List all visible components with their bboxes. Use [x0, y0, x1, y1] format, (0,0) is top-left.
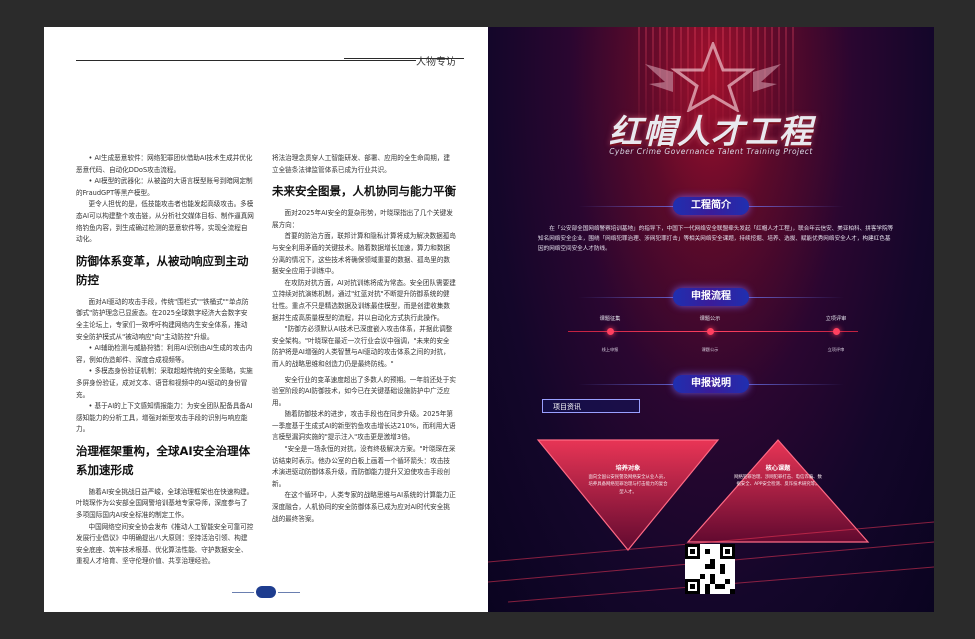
subheading: 治理框架重构，全球AI安全治理体系加速形成 [76, 443, 251, 477]
star-wings-emblem-icon [645, 42, 781, 112]
flow-step-2-dot [707, 328, 714, 335]
flow-step-2-label: 课题公示 [699, 316, 721, 322]
triangle-right-panel [686, 439, 870, 543]
flow-step-1-label: 课题征集 [599, 316, 621, 322]
flow-step-1-caption: 线上申报 [601, 347, 619, 352]
folio-rule-right [278, 592, 300, 593]
paragraph: 将法治理念贯穿人工智能研发、部署、应用的全生命周期，建立全链条法律监管体系已成为… [272, 154, 451, 174]
paragraph: 随着防御技术的进步，攻击手段也在同步升级。2025年第一季度基于生成式AI的新型… [272, 410, 456, 442]
paragraph: 安全行业的变革速度超出了多数人的预期。一年前还处于实验室阶段的AI防御技术，如今… [272, 375, 456, 407]
paragraph: 首要的防治方面，联邦计算和隐私计算将成为解决数据孤岛与安全利用矛盾的关键技术。随… [272, 232, 456, 276]
triangle-left-heading: 培养对象 [615, 465, 641, 472]
bullet-ai-weaponization: • AI模型的武器化：从被盗的大语言模型账号到暗网定制的FraudGPT等黑产模… [76, 177, 253, 197]
intro-paragraph: 在「公安部全国网络警察培训基地」的指导下，中国下一代网络安全联盟牵头发起「红帽人… [538, 226, 894, 252]
section-label-intro: 工程简介 [673, 197, 749, 215]
folio-rule-left [232, 592, 254, 593]
flow-step-3-label: 立项评审 [825, 316, 847, 322]
flow-step-3-caption: 立项评审 [827, 347, 845, 352]
flow-step-3-dot [833, 328, 840, 335]
article-column-2: 将法治理念贯穿人工智能研发、部署、应用的全生命周期，建立全链条法律监管体系已成为… [272, 153, 456, 525]
article-column-1: • AI生成恶意软件：网络犯罪团伙借助AI技术生成并优化恶意代码、自动化DDoS… [76, 153, 254, 568]
triangle-left-text: 面向全国公安民警及网络安全从业人员，培养具备网络犯罪治理与打击能力的复合型人才。 [588, 475, 668, 495]
magazine-spread: 人物专访 • AI生成恶意软件：网络犯罪团伙借助AI技术生成并优化恶意代码、自动… [44, 27, 934, 612]
qr-code-icon[interactable] [685, 544, 735, 594]
bullet-ai-malware: • AI生成恶意软件：网络犯罪团伙借助AI技术生成并优化恶意代码、自动化DDoS… [76, 154, 253, 174]
triangle-right-text: 网络犯罪治理、涉网犯罪打击、电信诈骗、数据安全、APP安全检测、反诈技术研究等。 [734, 475, 822, 488]
paragraph: 面对2025年AI安全的复杂形势，叶晓琛指出了几个关键发展方向： [272, 209, 453, 229]
right-page-poster: 红帽人才工程 Cyber Crime Governance Talent Tra… [488, 27, 934, 612]
paragraph: 随着AI安全挑战日益严峻，全球治理框架也在快速构建。叶晓琛作为公安部全国网警培训… [76, 487, 254, 520]
paragraph: 更令人担忧的是，低技能攻击者也能发起高级攻击。多模态AI可以构建整个攻击链，从分… [76, 200, 254, 244]
paragraph: 在这个循环中，人类专家的战略思维与AI系统的计算能力正深度融合，人机协同的安全防… [272, 491, 456, 523]
bullet-ai-detection: • AI辅助检测与威胁狩猎：利用AI识别由AI生成的攻击内容，例如伪造邮件、深度… [76, 344, 253, 364]
bullet-context-intel: • 基于AI的上下文感知情报能力：为安全团队配备具备AI感知能力的分析工具，增强… [76, 402, 253, 434]
poster-subtitle: Cyber Crime Governance Talent Training P… [609, 147, 813, 156]
section-label-flow: 申报流程 [673, 288, 749, 306]
header-rule [76, 60, 416, 61]
subheading: 未来安全图景，人机协同与能力平衡 [272, 184, 456, 199]
project-news-tag[interactable]: 项目资讯 [542, 399, 640, 413]
paragraph: 面对AI驱动的攻击手段，传统"围栏式""铁桶式""单点防御式"防护理念已显疲态。… [76, 297, 249, 341]
flow-step-2-caption: 课题公示 [701, 347, 719, 352]
bullet-multimodal-auth: • 多模态身份验证机制：采取超越传统的安全策略，实施多屏身份验证，成对文本、语音… [76, 367, 253, 399]
page-number-badge [256, 586, 276, 598]
paragraph: 中国网络空间安全协会发布《推动人工智能安全可靠可控发展行业倡议》中明确提出八大原… [76, 522, 254, 566]
flow-step-1-dot [607, 328, 614, 335]
left-page: 人物专访 • AI生成恶意软件：网络犯罪团伙借助AI技术生成并优化恶意代码、自动… [44, 27, 488, 612]
section-title: 人物专访 [416, 57, 456, 68]
triangle-right-heading: 核心课题 [765, 465, 791, 472]
subheading: 防御体系变革，从被动响应到主动防控 [76, 253, 249, 287]
quote-paragraph: "安全是一场永恒的对抗，没有终极解决方案。"叶晓琛在采访结束时表示。他办公室的白… [272, 445, 456, 488]
quote-paragraph: "防御方必须默认AI技术已深度嵌入攻击体系，并据此调整安全架构。"叶晓琛在最近一… [272, 325, 453, 368]
poster-main-title: 红帽人才工程 [609, 112, 813, 151]
paragraph: 在攻防对抗方面，AI对抗训练将成为常态。安全团队需要建立持续对抗演练机制，通过"… [272, 278, 456, 322]
section-label-apply: 申报说明 [673, 375, 749, 393]
